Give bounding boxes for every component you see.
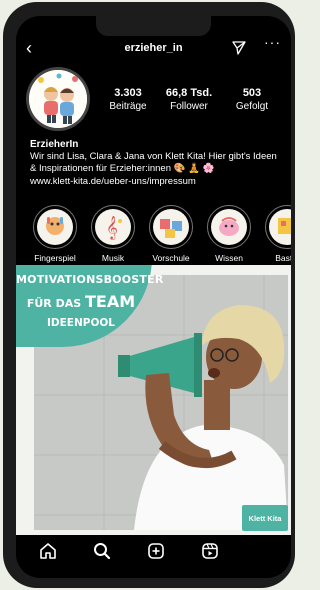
highlight-label: Vorschule	[152, 253, 190, 263]
add-post-icon[interactable]	[146, 541, 166, 561]
post-image[interactable]: MOTIVATIONSBOOSTER FÜR DAS TEAM IDEENPOO…	[16, 265, 291, 535]
highlight-ring	[149, 205, 193, 249]
highlight-label: Bastel	[275, 253, 291, 263]
highlight-basteln[interactable]: Bastel	[262, 205, 291, 263]
profile-name: ErzieherIn	[30, 139, 79, 150]
avatar-illustration	[29, 70, 87, 128]
stat-following[interactable]: 503 Gefolgt	[222, 87, 282, 112]
more-dots-icon[interactable]: ···	[264, 34, 281, 50]
stat-following-label: Gefolgt	[235, 101, 269, 112]
stat-followers[interactable]: 66,8 Tsd. Follower	[159, 87, 219, 112]
highlight-cover	[37, 209, 73, 245]
avatar[interactable]	[26, 67, 90, 131]
svg-text:𝄞: 𝄞	[106, 215, 118, 240]
stat-posts[interactable]: 3.303 Beiträge	[98, 87, 158, 112]
headline-line2-big: TEAM	[85, 292, 136, 311]
headline-line3: IDEENPOOL	[47, 317, 115, 329]
app-screen: ‹ erzieher_in ··· 3.303 Beiträge 66,8 Ts…	[16, 16, 291, 578]
stat-posts-value: 3.303	[114, 87, 142, 99]
headline-line1: MOTIVATIONSBOOSTER	[16, 273, 164, 286]
profile-bio: Wir sind Lisa, Clara & Jana von Klett Ki…	[30, 151, 277, 174]
highlight-wissen[interactable]: Wissen	[204, 205, 254, 263]
klett-kita-logo: Klett Kita	[242, 505, 288, 531]
highlight-cover	[153, 209, 189, 245]
phone-frame: ‹ erzieher_in ··· 3.303 Beiträge 66,8 Ts…	[3, 2, 295, 588]
highlight-cover	[211, 209, 247, 245]
headline-line2: FÜR DAS TEAM	[16, 292, 146, 311]
highlight-ring	[265, 205, 291, 249]
stat-followers-value: 66,8 Tsd.	[165, 87, 213, 99]
post-headline: MOTIVATIONSBOOSTER FÜR DAS TEAM IDEENPOO…	[16, 273, 164, 329]
highlight-ring	[207, 205, 251, 249]
highlight-fingerspiel[interactable]: Fingerspiel	[30, 205, 80, 263]
stat-posts-label: Beiträge	[109, 101, 147, 112]
highlight-ring	[33, 205, 77, 249]
search-icon[interactable]	[92, 541, 112, 561]
paper-plane-icon[interactable]	[232, 41, 246, 60]
highlight-cover: 𝄞	[95, 209, 131, 245]
highlight-vorschule[interactable]: Vorschule	[146, 205, 196, 263]
phone-notch	[96, 16, 211, 36]
bottom-navigation	[16, 537, 291, 565]
profile-link[interactable]: www.klett-kita.de/ueber-uns/impressum	[30, 176, 196, 187]
headline-line2-prefix: FÜR DAS	[26, 297, 82, 310]
highlight-label: Musik	[101, 253, 125, 263]
highlight-cover	[269, 209, 291, 245]
reels-icon[interactable]	[200, 541, 220, 561]
stat-following-value: 503	[242, 87, 262, 99]
profile-username: erzieher_in	[124, 42, 183, 54]
home-icon[interactable]	[38, 541, 58, 561]
stat-followers-label: Follower	[170, 101, 208, 112]
highlight-label: Fingerspiel	[34, 253, 76, 263]
highlight-musik[interactable]: 𝄞 Musik	[88, 205, 138, 263]
highlight-ring: 𝄞	[91, 205, 135, 249]
highlight-label: Wissen	[215, 253, 243, 263]
profile-header: ‹ erzieher_in ···	[16, 34, 291, 60]
